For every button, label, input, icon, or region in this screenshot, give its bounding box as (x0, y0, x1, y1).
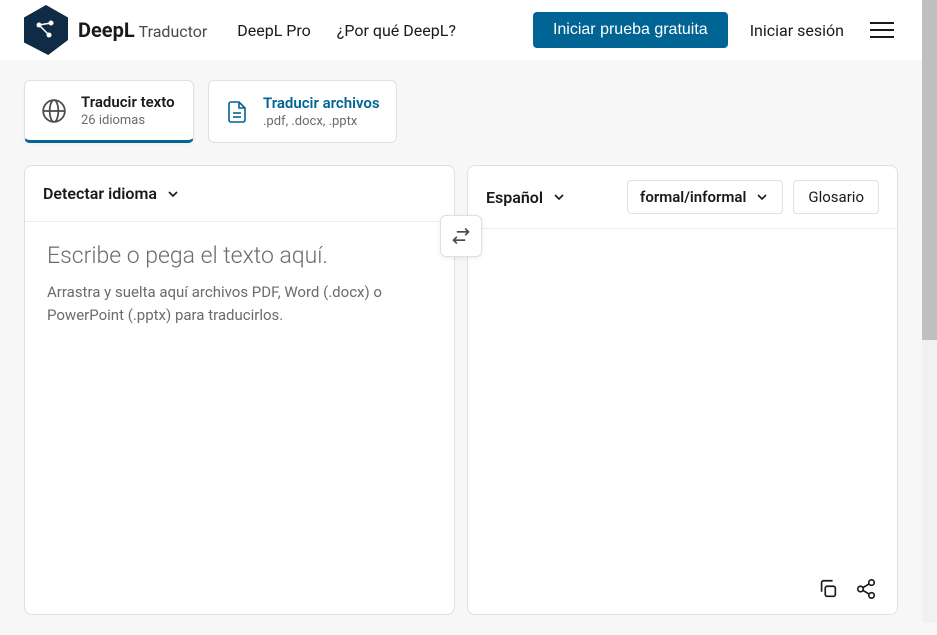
source-panel: Detectar idioma Escribe o pega el texto … (24, 165, 455, 615)
source-hint: Arrastra y suelta aquí archivos PDF, Wor… (47, 281, 407, 326)
glossary-label: Glosario (808, 188, 864, 206)
chevron-down-icon (754, 189, 770, 205)
copy-icon[interactable] (817, 578, 839, 600)
target-language-select[interactable]: Español (486, 188, 567, 207)
mode-tabs: Traducir texto 26 idiomas Traducir archi… (24, 80, 898, 143)
brand-suffix: Traductor (139, 22, 208, 41)
source-language-select[interactable]: Detectar idioma (43, 184, 181, 203)
globe-icon (41, 98, 67, 124)
document-icon (225, 99, 249, 125)
tab-translate-files[interactable]: Traducir archivos .pdf, .docx, .pptx (208, 80, 397, 143)
formality-select[interactable]: formal/informal (627, 180, 783, 214)
scrollbar-thumb[interactable] (922, 0, 937, 340)
tab-files-title: Traducir archivos (263, 94, 380, 112)
share-icon[interactable] (855, 578, 877, 600)
tab-files-sub: .pdf, .docx, .pptx (263, 114, 380, 129)
tab-text-title: Traducir texto (81, 93, 175, 111)
brand-name: DeepL (78, 18, 135, 42)
start-trial-button[interactable]: Iniciar prueba gratuita (533, 12, 728, 48)
nav-pro[interactable]: DeepL Pro (237, 21, 311, 40)
logo-icon (24, 5, 68, 55)
tab-text-sub: 26 idiomas (81, 113, 175, 128)
tab-translate-text[interactable]: Traducir texto 26 idiomas (24, 80, 194, 143)
nav-why[interactable]: ¿Por qué DeepL? (337, 21, 456, 40)
glossary-button[interactable]: Glosario (793, 180, 879, 214)
menu-icon[interactable] (866, 18, 898, 42)
source-textarea[interactable]: Escribe o pega el texto aquí. Arrastra y… (25, 222, 454, 614)
header: DeepL Traductor DeepL Pro ¿Por qué DeepL… (0, 0, 922, 60)
chevron-down-icon (165, 186, 181, 202)
target-output (468, 229, 897, 564)
swap-languages-button[interactable] (440, 215, 482, 257)
source-placeholder: Escribe o pega el texto aquí. (47, 242, 432, 269)
formality-label: formal/informal (640, 188, 746, 206)
target-language-label: Español (486, 188, 543, 207)
login-link[interactable]: Iniciar sesión (750, 21, 844, 40)
main-nav: DeepL Pro ¿Por qué DeepL? (237, 21, 456, 40)
target-panel: Español formal/informal (467, 165, 898, 615)
chevron-down-icon (551, 189, 567, 205)
source-language-label: Detectar idioma (43, 184, 157, 203)
logo[interactable]: DeepL Traductor (24, 5, 207, 55)
